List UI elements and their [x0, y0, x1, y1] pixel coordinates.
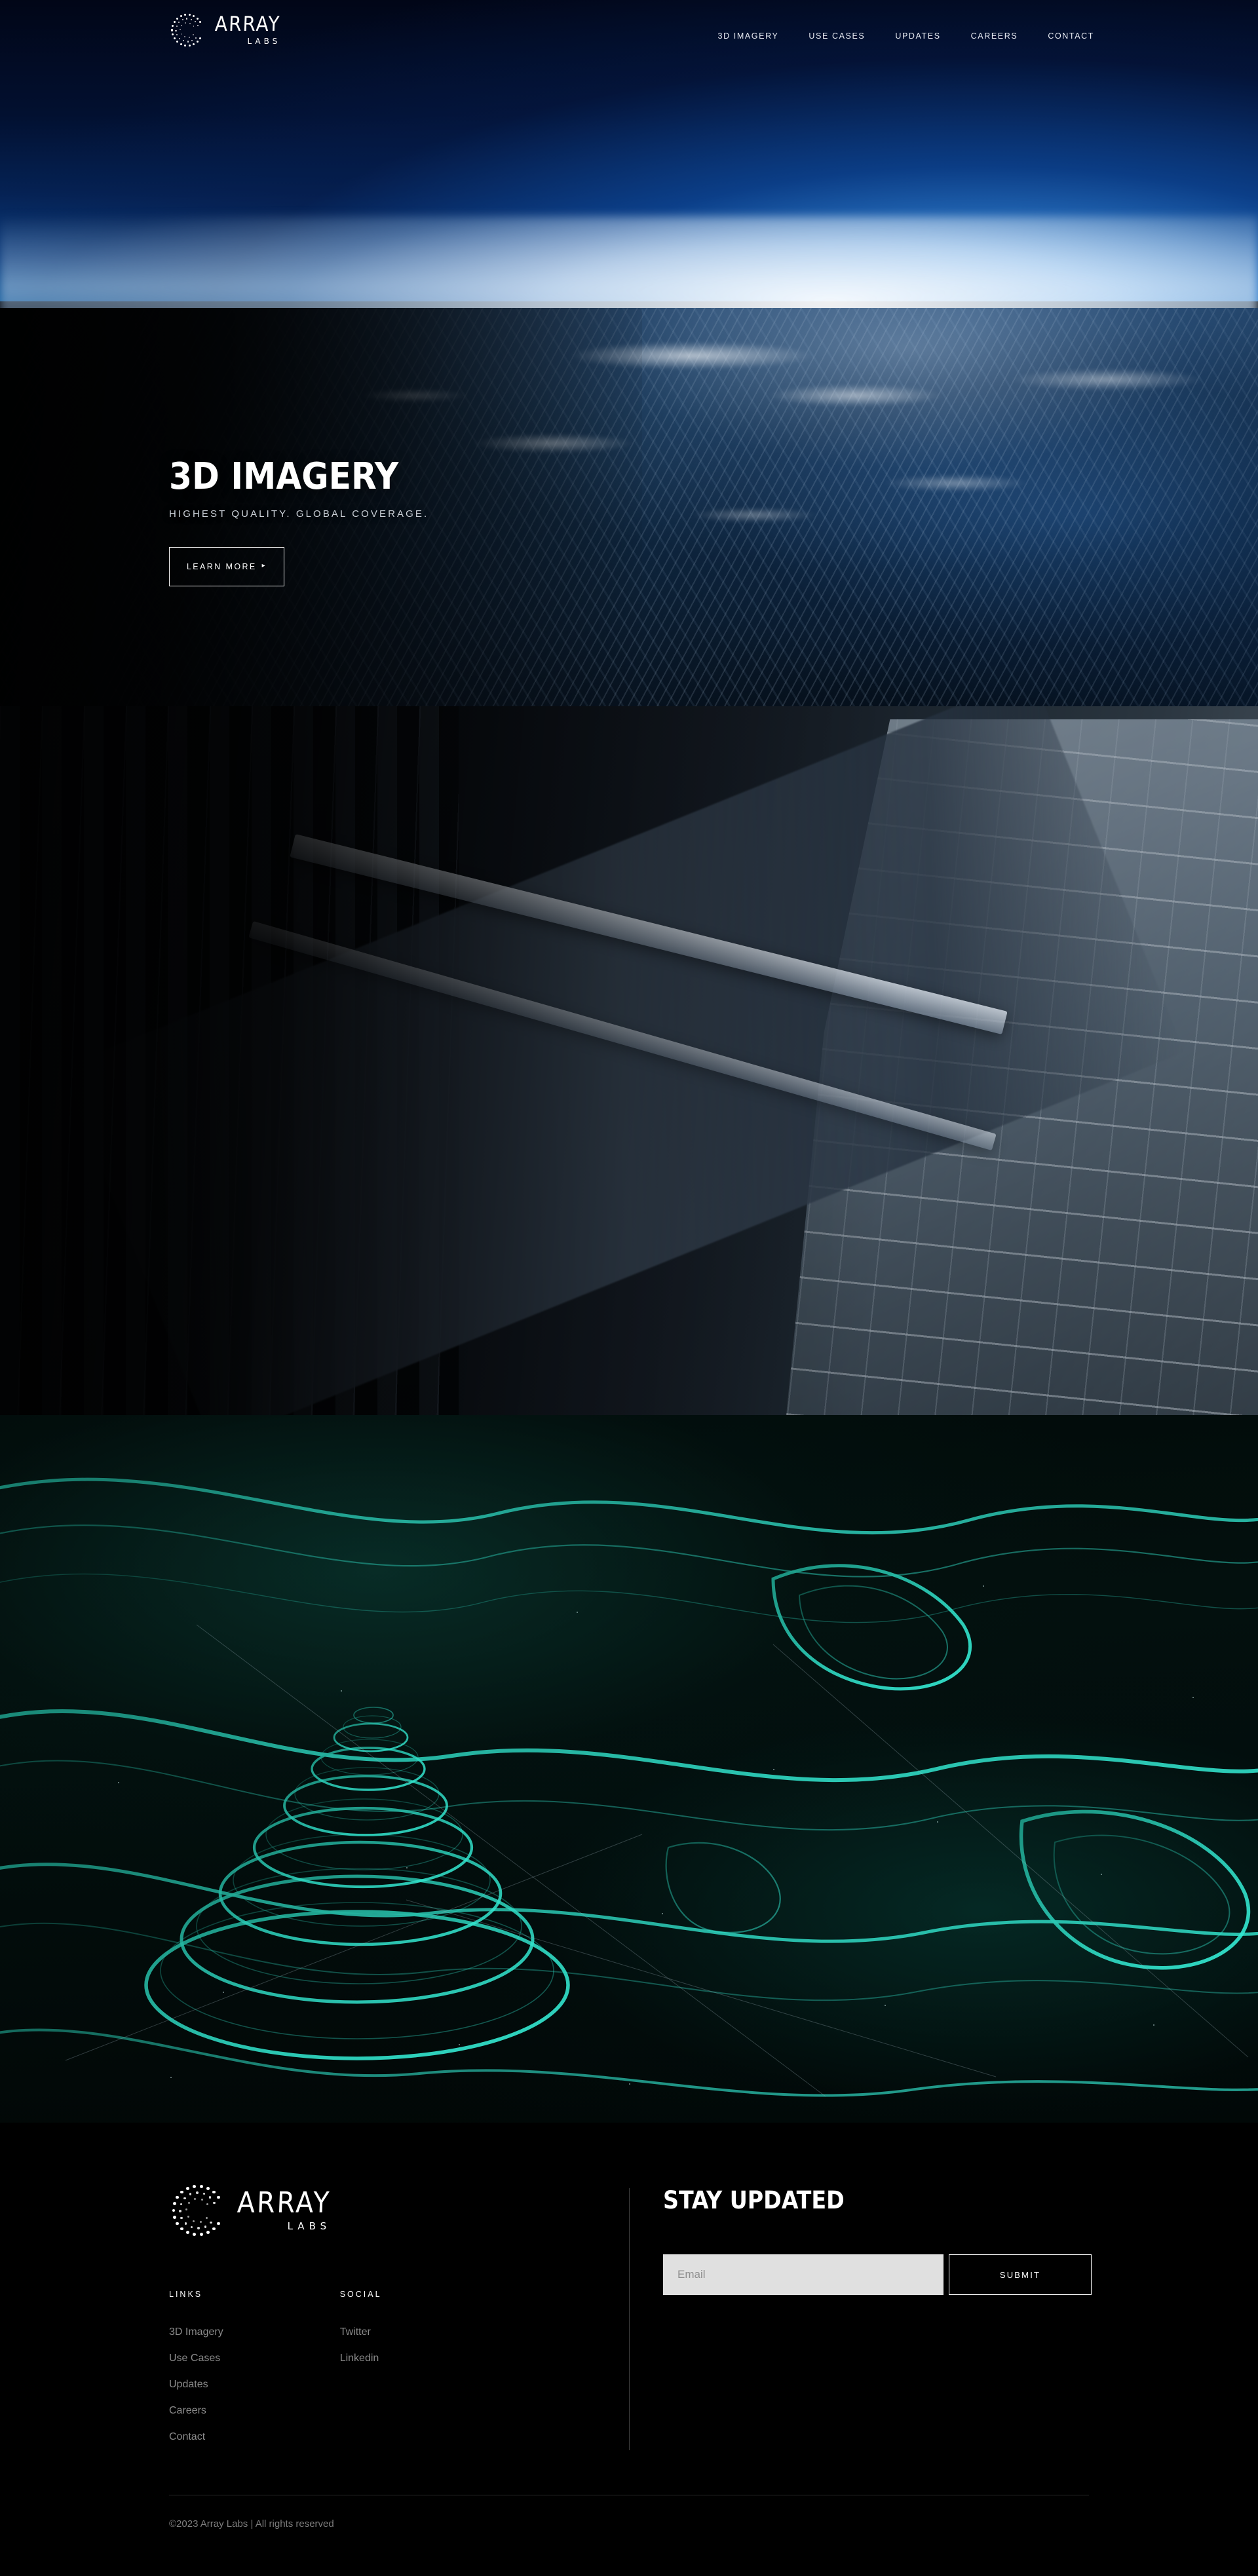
footer-link-linkedin[interactable]: Linkedin — [340, 2353, 382, 2364]
footer-link-columns: LINKS 3D Imagery Use Cases Updates Caree… — [169, 2290, 382, 2457]
hero-section-contact-us: CONTACT US LEARN MORE ▸ — [0, 1415, 1258, 2123]
nav-item-3d-imagery[interactable]: 3D IMAGERY — [718, 31, 779, 41]
footer-link-use-cases[interactable]: Use Cases — [169, 2353, 223, 2364]
newsletter-form: SUBMIT — [663, 2254, 1092, 2295]
nav-item-use-cases[interactable]: USE CASES — [809, 31, 865, 41]
footer-column-links: LINKS 3D Imagery Use Cases Updates Caree… — [169, 2290, 223, 2457]
brand-subname: LABS — [287, 2220, 332, 2232]
newsletter-title: STAY UPDATED — [663, 2186, 845, 2214]
hero-title: 3D IMAGERY — [169, 455, 399, 498]
left-dark-vignette — [0, 706, 1258, 1415]
learn-more-button-3d-imagery[interactable]: LEARN MORE ▸ — [169, 547, 284, 586]
hero-section-3d-imagery: 3D IMAGERY HIGHEST QUALITY. GLOBAL COVER… — [0, 0, 1258, 706]
nav-item-contact[interactable]: CONTACT — [1048, 31, 1094, 41]
array-dot-ring-logo-icon — [169, 12, 206, 48]
brand-name: ARRAY — [237, 2186, 332, 2220]
brand-wordmark: ARRAY LABS — [214, 12, 281, 47]
footer-link-3d-imagery[interactable]: 3D Imagery — [169, 2326, 223, 2338]
brand-subname: LABS — [247, 36, 281, 46]
array-dot-ring-logo-icon — [169, 2182, 227, 2239]
footer-brand-logo[interactable]: ARRAY LABS — [169, 2182, 332, 2239]
footer-column-heading-social: SOCIAL — [339, 2290, 382, 2299]
newsletter-signup: STAY UPDATED SUBMIT — [663, 2188, 1092, 2295]
footer-column-social: SOCIAL Twitter Linkedin — [340, 2290, 382, 2457]
footer-divider-vertical — [629, 2188, 630, 2450]
footer-link-updates[interactable]: Updates — [169, 2379, 223, 2391]
submit-button[interactable]: SUBMIT — [949, 2254, 1092, 2295]
site-header: ARRAY LABS 3D IMAGERY USE CASES UPDATES … — [0, 0, 1258, 79]
copyright-text: ©2023 Array Labs | All rights reserved — [169, 2518, 334, 2529]
nav-item-updates[interactable]: UPDATES — [895, 31, 940, 41]
footer-link-twitter[interactable]: Twitter — [340, 2326, 382, 2338]
hero-background-earth-orbit — [0, 0, 1258, 706]
learn-more-label: LEARN MORE — [186, 562, 257, 571]
primary-nav: 3D IMAGERY USE CASES UPDATES CAREERS CON… — [718, 31, 1094, 41]
footer-brand-wordmark: ARRAY LABS — [237, 2186, 332, 2233]
footer-link-careers[interactable]: Careers — [169, 2405, 223, 2417]
chevron-right-icon: ▸ — [261, 562, 267, 569]
landing-page: ARRAY LABS 3D IMAGERY USE CASES UPDATES … — [0, 0, 1258, 2576]
hero-content-3d-imagery: 3D IMAGERY HIGHEST QUALITY. GLOBAL COVER… — [169, 459, 429, 586]
brand-logo[interactable]: ARRAY LABS — [169, 12, 281, 48]
star-field — [0, 1415, 1258, 2123]
footer-column-heading-links: LINKS — [169, 2290, 203, 2299]
hero-background-aerial-highway — [0, 706, 1258, 1415]
brand-name: ARRAY — [214, 12, 281, 36]
hero-section-use-cases: USE CASES POWERING NEW PERSPECTIVES LEAR… — [0, 706, 1258, 1415]
footer-link-contact[interactable]: Contact — [169, 2431, 223, 2443]
nav-item-careers[interactable]: CAREERS — [971, 31, 1018, 41]
hero-background-topographic — [0, 1415, 1258, 2123]
email-input[interactable] — [663, 2254, 943, 2295]
hero-subtitle: HIGHEST QUALITY. GLOBAL COVERAGE. — [169, 508, 429, 520]
